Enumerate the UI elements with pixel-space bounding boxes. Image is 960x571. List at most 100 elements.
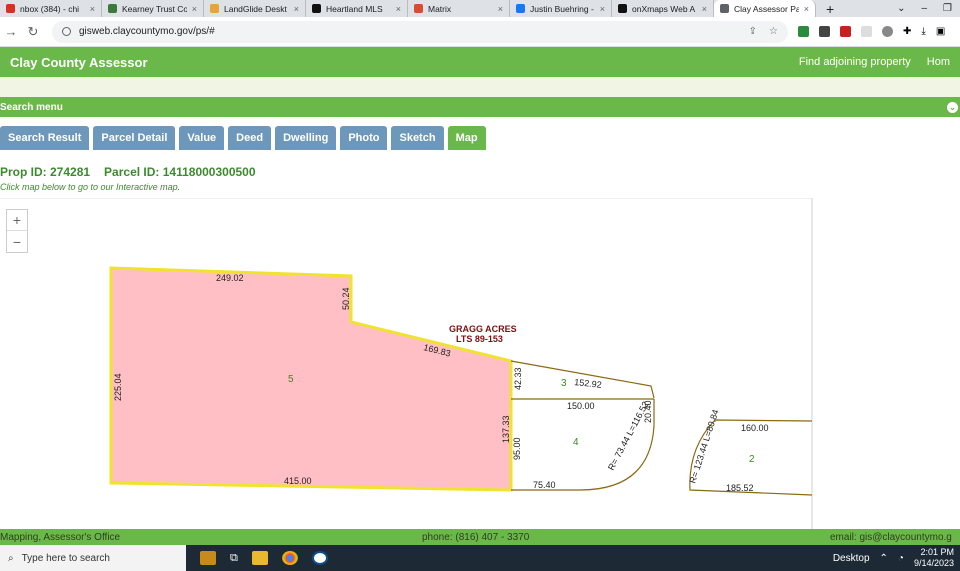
tab-photo[interactable]: Photo <box>340 126 388 150</box>
browser-tab[interactable]: onXmaps Web A × <box>612 0 714 17</box>
browser-tab[interactable]: Matrix × <box>408 0 510 17</box>
briefcase-icon[interactable] <box>200 551 216 565</box>
close-tab-icon[interactable]: × <box>498 4 503 14</box>
clock[interactable]: 2:01 PM 9/14/2023 <box>914 547 954 569</box>
forward-button[interactable]: → <box>0 24 22 39</box>
system-tray: Desktop ⌃ ◔ 2:01 PM 9/14/2023 <box>833 547 960 569</box>
browser-tab[interactable]: Justin Buehring - × <box>510 0 612 17</box>
window-controls: ⌄ – ❐ <box>897 3 960 14</box>
share-icon[interactable]: ⇪ <box>749 26 757 37</box>
dim-lot4-bottom: 75.40 <box>533 480 556 490</box>
footer-office: Mapping, Assessor's Office <box>0 531 121 543</box>
parcel-id: Parcel ID: 14118000300500 <box>104 165 256 179</box>
dim-top: 249.02 <box>216 273 244 283</box>
tab-title: Heartland MLS <box>326 3 383 14</box>
clock-date: 9/14/2023 <box>913 558 954 568</box>
url-text: gisweb.claycountymo.gov/ps/# <box>79 26 215 37</box>
lot-label-5: 5 <box>288 374 294 385</box>
minimize-button[interactable]: – <box>921 3 927 14</box>
tab-parcel-detail[interactable]: Parcel Detail <box>93 126 176 150</box>
dim-right-upper: 42.33 <box>513 367 523 390</box>
browser-tab[interactable]: Kearney Trust Co × <box>102 0 204 17</box>
search-menu-label: Search menu <box>0 101 63 113</box>
extension-icon[interactable] <box>861 26 872 37</box>
tab-favicon-icon <box>312 4 321 13</box>
zoom-out-button[interactable]: − <box>7 231 27 252</box>
tab-favicon-icon <box>516 4 525 13</box>
chrome-icon[interactable] <box>281 551 298 565</box>
tab-favicon-icon <box>414 4 423 13</box>
close-tab-icon[interactable]: × <box>804 4 809 14</box>
close-tab-icon[interactable]: × <box>192 4 197 14</box>
close-tab-icon[interactable]: × <box>600 4 605 14</box>
bookmark-star-icon[interactable]: ☆ <box>769 26 778 37</box>
restore-button[interactable]: ❐ <box>943 3 952 14</box>
tab-value[interactable]: Value <box>179 126 225 150</box>
map-zoom-control: + − <box>6 209 28 253</box>
dim-notch: 50.24 <box>341 287 351 310</box>
dim-lot3-bottom: 150.00 <box>567 401 595 411</box>
site-info-icon[interactable] <box>62 27 71 36</box>
extension-icon[interactable] <box>819 26 830 37</box>
footer-phone: phone: (816) 407 - 3370 <box>422 531 530 543</box>
footer-email[interactable]: email: gis@claycountymo.g <box>830 532 952 543</box>
header-spacer <box>0 77 960 97</box>
find-adjoining-link[interactable]: Find adjoining property <box>799 56 911 68</box>
lot-label-3: 3 <box>561 378 567 389</box>
tab-favicon-icon <box>618 4 627 13</box>
app-title: Clay County Assessor <box>10 54 148 70</box>
browser-tab[interactable]: nbox (384) - chi × <box>0 0 102 17</box>
close-tab-icon[interactable]: × <box>702 4 707 14</box>
parcel-map[interactable]: 249.02 50.24 169.83 225.04 415.00 42.33 … <box>0 197 960 529</box>
network-icon[interactable]: ◔ <box>898 553 904 564</box>
page-footer: Mapping, Assessor's Office phone: (816) … <box>0 529 960 545</box>
download-icon[interactable]: ⤓ <box>921 26 925 37</box>
pdf-extension-icon[interactable] <box>840 26 851 37</box>
close-tab-icon[interactable]: × <box>294 4 299 14</box>
chevron-up-icon[interactable]: ⌃ <box>880 553 888 564</box>
subdivision-label: GRAGG ACRES <box>449 324 517 334</box>
browser-tab-strip: nbox (384) - chi × Kearney Trust Co × LandGl… <box>0 0 960 17</box>
tab-search-result[interactable]: Search Result <box>0 126 90 150</box>
browser-tab[interactable]: Clay Assessor Pa × <box>714 0 816 17</box>
extensions-area: ✚ ⤓ ▣ <box>798 26 945 37</box>
reload-button[interactable]: ↻ <box>22 24 44 40</box>
lot-label-4: 4 <box>573 437 579 448</box>
taskbar-search[interactable]: ⌕ Type here to search <box>0 545 186 571</box>
tab-title: onXmaps Web A <box>632 3 696 14</box>
search-icon: ⌕ <box>8 552 14 564</box>
browser-tab[interactable]: LandGlide Deskt × <box>204 0 306 17</box>
extension-icon[interactable] <box>882 26 893 37</box>
tab-favicon-icon <box>720 4 729 13</box>
sidepanel-icon[interactable]: ▣ <box>936 26 945 37</box>
selected-parcel-5[interactable] <box>109 266 513 492</box>
tab-title: Justin Buehring - <box>530 3 594 14</box>
file-explorer-icon[interactable] <box>251 551 268 565</box>
tab-sketch[interactable]: Sketch <box>391 126 444 150</box>
lots-range-label: LTS 89-153 <box>456 334 503 344</box>
chevron-down-icon[interactable]: ⌄ <box>947 101 958 113</box>
close-tab-icon[interactable]: × <box>90 4 95 14</box>
address-bar[interactable]: gisweb.claycountymo.gov/ps/# ⇪ ☆ <box>52 20 788 43</box>
tab-dwelling[interactable]: Dwelling <box>275 126 337 150</box>
new-tab-button[interactable]: + <box>816 1 844 17</box>
zoom-in-button[interactable]: + <box>7 210 27 231</box>
extension-icon[interactable] <box>798 26 809 37</box>
puzzle-icon[interactable]: ✚ <box>903 26 911 37</box>
home-link[interactable]: Hom <box>927 56 950 68</box>
property-ids: Prop ID: 274281 Parcel ID: 1411800030050… <box>0 165 256 179</box>
tab-favicon-icon <box>108 4 117 13</box>
tab-map[interactable]: Map <box>447 126 486 150</box>
tab-search-icon[interactable]: ⌄ <box>897 3 905 14</box>
close-tab-icon[interactable]: × <box>396 4 401 14</box>
app-icon[interactable] <box>311 551 328 565</box>
tab-title: LandGlide Deskt <box>224 3 287 14</box>
lot-4-boundary <box>511 399 655 491</box>
browser-tab[interactable]: Heartland MLS × <box>306 0 408 17</box>
desktop-toolbar-label[interactable]: Desktop <box>833 553 870 564</box>
tab-deed[interactable]: Deed <box>228 126 272 150</box>
search-menu-bar[interactable]: Search menu ⌄ <box>0 97 960 117</box>
task-view-icon[interactable]: ⧉ <box>230 552 238 565</box>
map-hint: Click map below to go to our Interactive… <box>0 182 181 192</box>
dim-lot2-top: 160.00 <box>741 423 769 433</box>
